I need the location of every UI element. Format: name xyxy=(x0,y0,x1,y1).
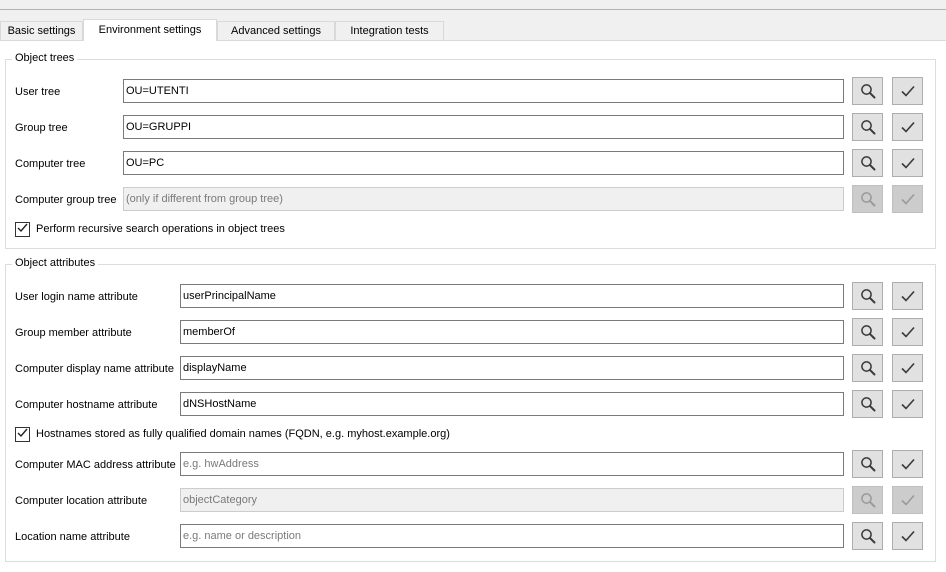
group-tree-label: Group tree xyxy=(15,122,68,134)
recursive-search-label: Perform recursive search operations in o… xyxy=(36,223,285,235)
computer-location-test-button[interactable] xyxy=(892,486,923,514)
user-login-name-attribute-label: User login name attribute xyxy=(15,291,138,303)
window-top-border xyxy=(0,0,946,10)
computer-hostname-browse-button[interactable] xyxy=(852,390,883,418)
user-tree-browse-button[interactable] xyxy=(852,77,883,105)
tab-advanced-settings[interactable]: Advanced settings xyxy=(217,21,335,40)
computer-display-name-test-button[interactable] xyxy=(892,354,923,382)
location-name-browse-button[interactable] xyxy=(852,522,883,550)
computer-hostname-test-button[interactable] xyxy=(892,390,923,418)
computer-mac-address-browse-button[interactable] xyxy=(852,450,883,478)
checkmark-icon xyxy=(900,156,916,170)
checkmark-icon xyxy=(900,361,916,375)
user-login-name-browse-button[interactable] xyxy=(852,282,883,310)
checkmark-icon xyxy=(900,289,916,303)
location-name-test-button[interactable] xyxy=(892,522,923,550)
group-tree-input[interactable] xyxy=(123,115,844,139)
group-member-test-button[interactable] xyxy=(892,318,923,346)
tab-environment-settings[interactable]: Environment settings xyxy=(83,19,217,41)
checkmark-icon xyxy=(900,325,916,339)
computer-group-tree-browse-button[interactable] xyxy=(852,185,883,213)
user-login-name-test-button[interactable] xyxy=(892,282,923,310)
location-name-attribute-input[interactable] xyxy=(180,524,844,548)
group-member-attribute-input[interactable] xyxy=(180,320,844,344)
object-trees-title: Object trees xyxy=(12,52,78,64)
computer-display-name-attribute-input[interactable] xyxy=(180,356,844,380)
computer-group-tree-input[interactable] xyxy=(123,187,844,211)
computer-group-tree-test-button[interactable] xyxy=(892,185,923,213)
environment-settings-panel: Object trees User tree Group tree Comput… xyxy=(0,41,946,572)
checkmark-icon xyxy=(900,192,916,206)
magnifier-icon xyxy=(860,83,876,99)
tab-integration-tests[interactable]: Integration tests xyxy=(335,21,444,40)
fqdn-checkbox[interactable] xyxy=(15,427,30,442)
computer-location-attribute-label: Computer location attribute xyxy=(15,495,148,507)
computer-hostname-attribute-input[interactable] xyxy=(180,392,844,416)
magnifier-icon xyxy=(860,288,876,304)
location-name-attribute-label: Location name attribute xyxy=(15,531,130,543)
checkmark-icon xyxy=(17,428,28,441)
checkmark-icon xyxy=(900,397,916,411)
magnifier-icon xyxy=(860,324,876,340)
user-login-name-attribute-input[interactable] xyxy=(180,284,844,308)
computer-tree-test-button[interactable] xyxy=(892,149,923,177)
magnifier-icon xyxy=(860,360,876,376)
magnifier-icon xyxy=(860,155,876,171)
computer-display-name-browse-button[interactable] xyxy=(852,354,883,382)
magnifier-icon xyxy=(860,492,876,508)
computer-location-attribute-input[interactable] xyxy=(180,488,844,512)
group-tree-browse-button[interactable] xyxy=(852,113,883,141)
tab-basic-settings[interactable]: Basic settings xyxy=(0,21,83,40)
checkmark-icon xyxy=(17,223,28,236)
computer-display-name-attribute-label: Computer display name attribute xyxy=(15,363,174,375)
computer-mac-address-attribute-label: Computer MAC address attribute xyxy=(15,459,176,471)
magnifier-icon xyxy=(860,119,876,135)
computer-tree-label: Computer tree xyxy=(15,158,86,170)
tab-bar: Basic settings Environment settings Adva… xyxy=(0,19,946,41)
checkmark-icon xyxy=(900,84,916,98)
fqdn-label: Hostnames stored as fully qualified doma… xyxy=(36,428,450,440)
checkmark-icon xyxy=(900,120,916,134)
group-tree-test-button[interactable] xyxy=(892,113,923,141)
checkmark-icon xyxy=(900,529,916,543)
computer-hostname-attribute-label: Computer hostname attribute xyxy=(15,399,158,411)
computer-mac-address-test-button[interactable] xyxy=(892,450,923,478)
group-member-attribute-label: Group member attribute xyxy=(15,327,132,339)
computer-location-browse-button[interactable] xyxy=(852,486,883,514)
computer-mac-address-attribute-input[interactable] xyxy=(180,452,844,476)
recursive-search-checkbox[interactable] xyxy=(15,222,30,237)
user-tree-label: User tree xyxy=(15,86,61,98)
magnifier-icon xyxy=(860,191,876,207)
magnifier-icon xyxy=(860,396,876,412)
computer-group-tree-label: Computer group tree xyxy=(15,194,117,206)
checkmark-icon xyxy=(900,493,916,507)
magnifier-icon xyxy=(860,528,876,544)
computer-tree-input[interactable] xyxy=(123,151,844,175)
user-tree-test-button[interactable] xyxy=(892,77,923,105)
group-member-browse-button[interactable] xyxy=(852,318,883,346)
user-tree-input[interactable] xyxy=(123,79,844,103)
magnifier-icon xyxy=(860,456,876,472)
computer-tree-browse-button[interactable] xyxy=(852,149,883,177)
object-attributes-title: Object attributes xyxy=(12,257,99,269)
checkmark-icon xyxy=(900,457,916,471)
